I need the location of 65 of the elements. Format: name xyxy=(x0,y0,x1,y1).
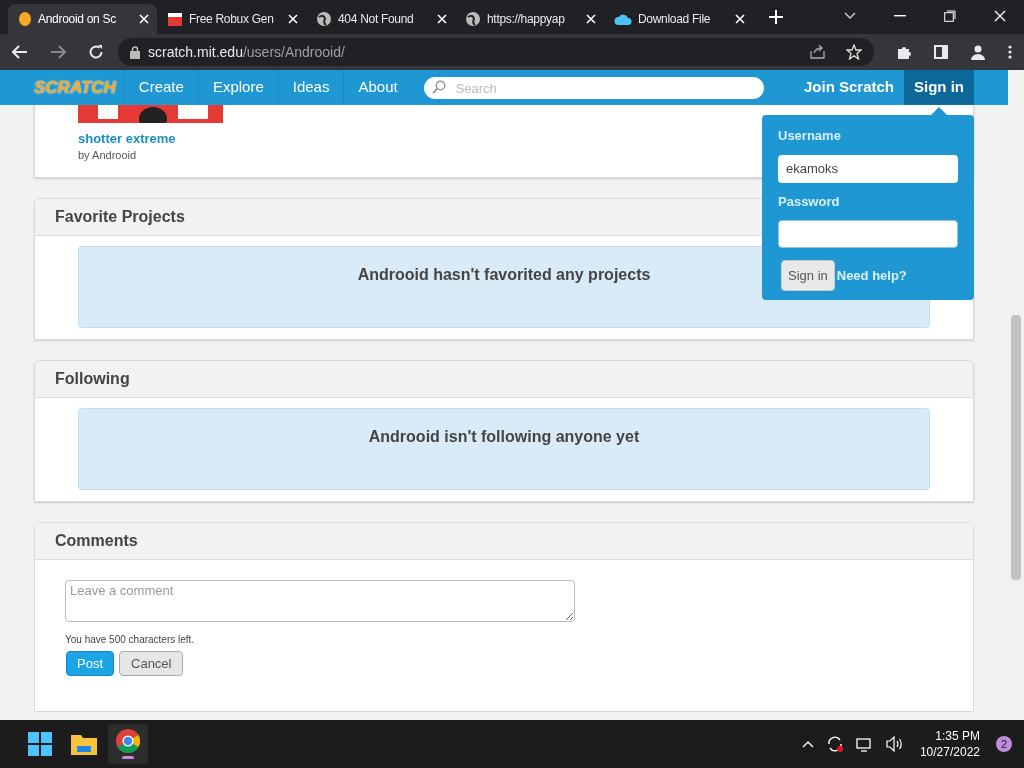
chevron-up-icon[interactable] xyxy=(801,740,814,748)
back-arrow-icon[interactable] xyxy=(12,45,28,59)
lock-icon xyxy=(130,45,140,59)
restore-icon[interactable] xyxy=(944,10,956,22)
search-icon xyxy=(431,79,446,94)
cloud-icon xyxy=(614,12,632,26)
plus-icon[interactable] xyxy=(769,10,783,24)
reload-icon[interactable] xyxy=(88,44,104,60)
tab-title: https://happyap xyxy=(487,11,566,28)
url-text: scratch.mit.edu/users/Androoid/ xyxy=(148,42,345,62)
volume-icon[interactable] xyxy=(885,736,904,752)
browser-tab[interactable]: https://happyap xyxy=(455,4,604,34)
browser-tab[interactable]: Free Robux Gen xyxy=(157,4,306,34)
cancel-button[interactable]: Cancel xyxy=(119,651,184,676)
scrollbar[interactable] xyxy=(1008,70,1024,720)
star-icon[interactable] xyxy=(846,44,862,60)
tab-title: Androoid on Sc xyxy=(38,11,117,28)
address-bar[interactable]: scratch.mit.edu/users/Androoid/ xyxy=(118,38,874,66)
folder-icon xyxy=(71,733,97,755)
username-field[interactable]: ekamoks xyxy=(778,154,958,183)
forward-arrow-icon[interactable] xyxy=(50,45,66,59)
tab-title: Free Robux Gen xyxy=(189,11,275,28)
side-panel-icon[interactable] xyxy=(934,45,948,59)
tab-title: 404 Not Found xyxy=(338,11,415,28)
close-icon[interactable] xyxy=(994,10,1006,22)
empty-message: Androoid hasn't favorited any projects xyxy=(357,265,651,285)
clock-time[interactable]: 1:35 PM xyxy=(935,728,980,744)
browser-tab[interactable]: 404 Not Found xyxy=(306,4,455,34)
close-icon[interactable] xyxy=(735,14,745,24)
close-icon[interactable] xyxy=(437,14,447,24)
profile-icon[interactable] xyxy=(970,44,986,60)
sign-in-tab[interactable]: Sign in xyxy=(904,70,974,105)
password-field[interactable] xyxy=(778,220,958,248)
section-heading: Comments xyxy=(55,531,138,551)
password-label: Password xyxy=(778,192,841,211)
globe-icon xyxy=(316,11,332,27)
comment-field[interactable]: Leave a comment xyxy=(65,580,575,622)
browser-tab[interactable]: Download File xyxy=(604,4,753,34)
sign-in-button[interactable]: Sign in xyxy=(781,260,835,291)
tab-title: Download File xyxy=(638,11,712,28)
windows-icon xyxy=(28,732,52,756)
share-icon[interactable] xyxy=(810,45,826,59)
search-field[interactable]: Search xyxy=(423,77,764,99)
gift-icon xyxy=(167,12,183,26)
characters-left-text: You have 500 characters left. xyxy=(65,633,196,647)
globe-icon xyxy=(465,11,481,27)
more-icon[interactable] xyxy=(1008,45,1012,59)
clock-date[interactable]: 10/27/2022 xyxy=(919,744,980,760)
taskbar-app[interactable] xyxy=(108,724,148,764)
project-author: by Androoid xyxy=(78,148,138,163)
puzzle-icon[interactable] xyxy=(896,44,912,60)
chrome-icon xyxy=(116,729,140,753)
section-heading: Following xyxy=(55,369,130,389)
chevron-down-icon[interactable] xyxy=(844,12,856,20)
username-label: Username xyxy=(778,127,842,145)
browser-tab[interactable]: Androoid on Sc xyxy=(8,4,157,34)
section-heading: Favorite Projects xyxy=(55,207,185,227)
sync-icon[interactable] xyxy=(825,735,844,753)
close-icon[interactable] xyxy=(139,14,149,24)
close-icon[interactable] xyxy=(288,14,298,24)
network-icon[interactable] xyxy=(855,736,874,752)
empty-message: Androoid isn't following anyone yet xyxy=(368,427,640,447)
close-icon[interactable] xyxy=(586,14,596,24)
minimize-icon[interactable] xyxy=(894,15,906,17)
notification-badge[interactable]: 2 xyxy=(996,736,1012,752)
